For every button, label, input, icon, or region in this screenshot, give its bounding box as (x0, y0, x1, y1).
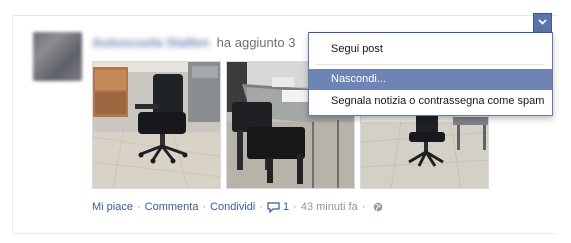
comment-bubble-icon (267, 201, 280, 213)
story-options-button[interactable] (533, 13, 552, 33)
chevron-down-icon (538, 19, 547, 25)
menu-item-hide[interactable]: Nascondi... (309, 69, 552, 90)
menu-item-report-spam[interactable]: Segnala notizia o contrassegna come spam (309, 91, 552, 112)
author-name-link[interactable]: Autoscuola Stallen (92, 35, 209, 50)
globe-icon[interactable] (373, 202, 383, 212)
separator: · (136, 201, 141, 213)
story-action-text: ha aggiunto 3 (216, 35, 296, 50)
story-header: Autoscuola Stallen ha aggiunto 3 (92, 35, 295, 50)
menu-item-follow-post[interactable]: Segui post (309, 39, 552, 60)
story-footer: Mi piace · Commenta · Condividi · 1 · 43… (92, 201, 383, 213)
like-link[interactable]: Mi piace (92, 201, 133, 213)
bottom-divider (12, 233, 557, 234)
author-avatar[interactable] (33, 32, 82, 81)
share-link[interactable]: Condividi (210, 201, 255, 213)
comment-link[interactable]: Commenta (145, 201, 199, 213)
comment-count-link[interactable]: 1 (267, 201, 289, 213)
separator: · (202, 201, 207, 213)
menu-divider (317, 64, 544, 65)
story-photo-1[interactable] (92, 61, 221, 189)
story-options-menu: Segui post Nascondi... Segnala notizia o… (308, 32, 553, 116)
separator: · (259, 201, 264, 213)
separator: · (361, 201, 366, 213)
left-rail (12, 15, 13, 233)
news-feed-story: Autoscuola Stallen ha aggiunto 3 Mi piac… (0, 0, 571, 243)
separator: · (293, 201, 297, 213)
top-divider (12, 15, 557, 16)
timestamp[interactable]: 43 minuti fa (301, 201, 358, 213)
comment-count: 1 (283, 201, 290, 213)
